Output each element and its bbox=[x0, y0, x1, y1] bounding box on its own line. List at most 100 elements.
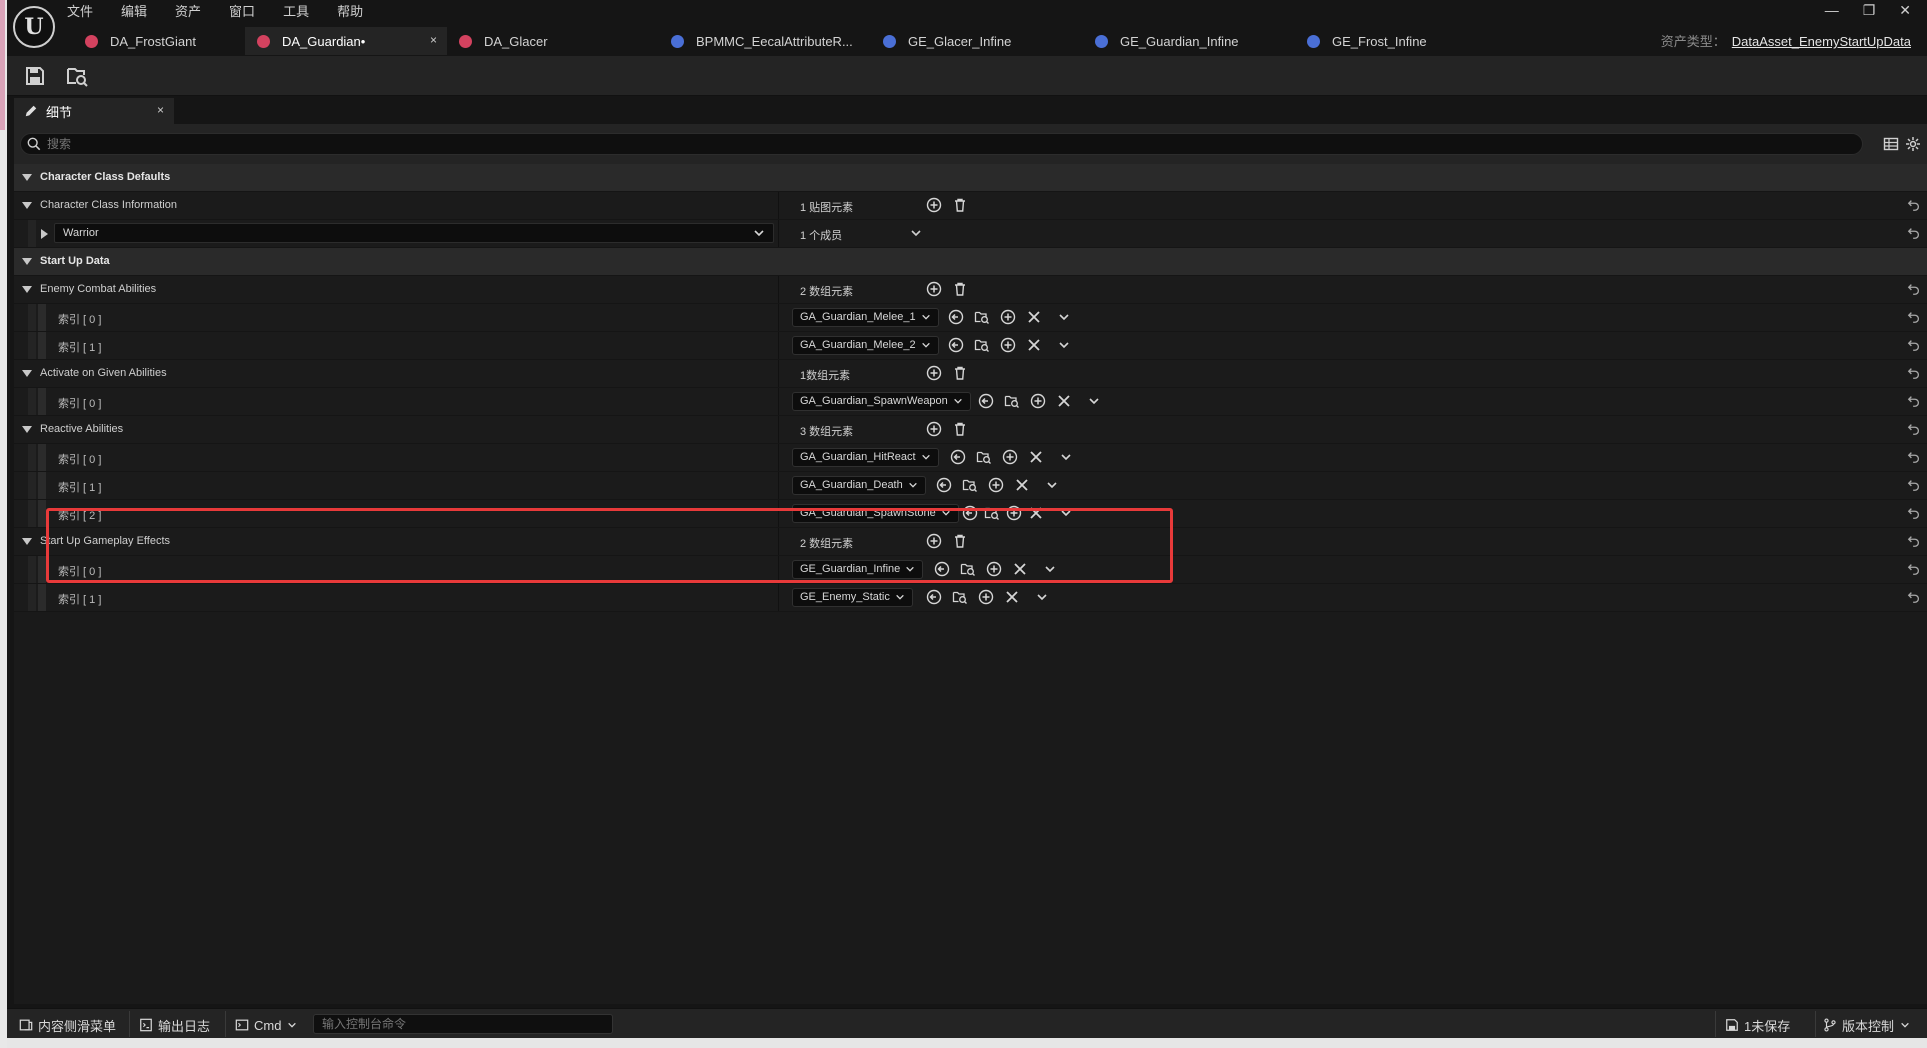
unreal-logo-icon[interactable]: U bbox=[13, 6, 55, 48]
reset-to-default-icon[interactable] bbox=[1907, 562, 1921, 576]
tab-ge-frost-infine[interactable]: GE_Frost_Infine bbox=[1295, 27, 1495, 55]
add-element-icon[interactable] bbox=[926, 533, 942, 549]
insert-element-icon[interactable] bbox=[988, 477, 1004, 493]
output-log-button[interactable]: 输出日志 bbox=[139, 1016, 210, 1034]
reset-to-default-icon[interactable] bbox=[1907, 338, 1921, 352]
insert-element-icon[interactable] bbox=[986, 561, 1002, 577]
insert-element-icon[interactable] bbox=[1006, 505, 1022, 521]
minimize-icon[interactable]: — bbox=[1825, 2, 1839, 19]
menu-window[interactable]: 窗口 bbox=[229, 2, 255, 22]
reset-to-default-icon[interactable] bbox=[1907, 366, 1921, 380]
class-picker-dropdown[interactable]: GE_Guardian_Infine bbox=[792, 560, 924, 579]
use-selected-icon[interactable] bbox=[950, 449, 966, 465]
class-picker-dropdown[interactable]: GE_Enemy_Static bbox=[792, 588, 913, 607]
browse-asset-icon[interactable] bbox=[974, 309, 990, 325]
reset-to-default-icon[interactable] bbox=[1907, 394, 1921, 408]
browse-asset-icon[interactable] bbox=[960, 561, 976, 577]
clear-icon[interactable] bbox=[1012, 561, 1028, 577]
delete-all-icon[interactable] bbox=[952, 421, 968, 437]
use-selected-icon[interactable] bbox=[926, 589, 942, 605]
save-icon[interactable] bbox=[23, 64, 47, 88]
clear-icon[interactable] bbox=[1004, 589, 1020, 605]
category-start-up-data[interactable]: Start Up Data bbox=[14, 248, 1927, 276]
reset-to-default-icon[interactable] bbox=[1907, 422, 1921, 436]
map-key-dropdown[interactable]: Warrior bbox=[54, 223, 774, 243]
cmd-selector[interactable]: Cmd bbox=[235, 1016, 302, 1034]
tab-da-glacer[interactable]: DA_Glacer bbox=[447, 27, 659, 55]
browse-asset-icon[interactable] bbox=[952, 589, 968, 605]
add-element-icon[interactable] bbox=[926, 365, 942, 381]
reset-to-default-icon[interactable] bbox=[1907, 478, 1921, 492]
add-element-icon[interactable] bbox=[926, 197, 942, 213]
reset-to-default-icon[interactable] bbox=[1907, 506, 1921, 520]
reset-to-default-icon[interactable] bbox=[1907, 198, 1921, 212]
source-control-button[interactable]: 版本控制 bbox=[1823, 1016, 1915, 1034]
class-picker-dropdown[interactable]: GA_Guardian_Melee_1 bbox=[792, 308, 939, 327]
more-options-chevron-icon[interactable] bbox=[1086, 393, 1102, 409]
browse-asset-icon[interactable] bbox=[1004, 393, 1020, 409]
tab-ge-guardian-infine[interactable]: GE_Guardian_Infine bbox=[1083, 27, 1295, 55]
class-picker-dropdown[interactable]: GA_Guardian_SpawnWeapon bbox=[792, 392, 971, 411]
clear-icon[interactable] bbox=[1028, 505, 1044, 521]
browse-asset-icon[interactable] bbox=[976, 449, 992, 465]
reset-to-default-icon[interactable] bbox=[1907, 450, 1921, 464]
more-options-chevron-icon[interactable] bbox=[1056, 337, 1072, 353]
class-picker-dropdown[interactable]: GA_Guardian_Death bbox=[792, 476, 926, 495]
console-input[interactable] bbox=[314, 1015, 612, 1033]
use-selected-icon[interactable] bbox=[978, 393, 994, 409]
collapse-arrow-icon[interactable] bbox=[22, 258, 32, 265]
browse-asset-icon[interactable] bbox=[962, 477, 978, 493]
use-selected-icon[interactable] bbox=[936, 477, 952, 493]
class-picker-dropdown[interactable]: GA_Guardian_Melee_2 bbox=[792, 336, 939, 355]
clear-icon[interactable] bbox=[1026, 309, 1042, 325]
collapse-arrow-icon[interactable] bbox=[22, 370, 32, 377]
clear-icon[interactable] bbox=[1056, 393, 1072, 409]
reset-to-default-icon[interactable] bbox=[1907, 282, 1921, 296]
console-command-box[interactable] bbox=[313, 1014, 613, 1034]
reset-to-default-icon[interactable] bbox=[1907, 226, 1921, 240]
search-box[interactable] bbox=[20, 133, 1863, 155]
class-picker-dropdown[interactable]: GA_Guardian_SpawnStone bbox=[792, 504, 959, 523]
browse-asset-icon[interactable] bbox=[984, 505, 1000, 521]
clear-icon[interactable] bbox=[1014, 477, 1030, 493]
details-panel-tab[interactable]: 细节 × bbox=[14, 98, 174, 124]
browse-asset-icon[interactable] bbox=[974, 337, 990, 353]
add-element-icon[interactable] bbox=[926, 421, 942, 437]
category-character-class-defaults[interactable]: Character Class Defaults bbox=[14, 164, 1927, 192]
content-drawer-button[interactable]: 内容侧滑菜单 bbox=[19, 1016, 116, 1034]
tab-bpmmc[interactable]: BPMMC_EecalAttributeR... bbox=[659, 27, 871, 55]
asset-type-link[interactable]: DataAsset_EnemyStartUpData bbox=[1732, 34, 1911, 49]
insert-element-icon[interactable] bbox=[1000, 337, 1016, 353]
insert-element-icon[interactable] bbox=[978, 589, 994, 605]
collapse-arrow-icon[interactable] bbox=[22, 286, 32, 293]
more-options-chevron-icon[interactable] bbox=[1056, 309, 1072, 325]
reset-to-default-icon[interactable] bbox=[1907, 590, 1921, 604]
more-options-chevron-icon[interactable] bbox=[1058, 505, 1074, 521]
delete-all-icon[interactable] bbox=[952, 365, 968, 381]
collapse-arrow-icon[interactable] bbox=[22, 426, 32, 433]
more-options-chevron-icon[interactable] bbox=[1042, 561, 1058, 577]
table-view-icon[interactable] bbox=[1883, 136, 1899, 152]
chevron-down-icon[interactable] bbox=[910, 227, 922, 239]
reset-to-default-icon[interactable] bbox=[1907, 310, 1921, 324]
collapse-arrow-icon[interactable] bbox=[22, 174, 32, 181]
clear-icon[interactable] bbox=[1026, 337, 1042, 353]
use-selected-icon[interactable] bbox=[948, 309, 964, 325]
menu-help[interactable]: 帮助 bbox=[337, 2, 363, 22]
tab-close-icon[interactable]: × bbox=[430, 33, 437, 47]
browse-content-icon[interactable] bbox=[65, 64, 89, 88]
tab-da-guardian[interactable]: DA_Guardian• × bbox=[245, 27, 447, 55]
use-selected-icon[interactable] bbox=[962, 505, 978, 521]
tab-ge-glacer-infine[interactable]: GE_Glacer_Infine bbox=[871, 27, 1083, 55]
clear-icon[interactable] bbox=[1028, 449, 1044, 465]
restore-icon[interactable]: ❐ bbox=[1863, 2, 1876, 19]
use-selected-icon[interactable] bbox=[934, 561, 950, 577]
use-selected-icon[interactable] bbox=[948, 337, 964, 353]
class-picker-dropdown[interactable]: GA_Guardian_HitReact bbox=[792, 448, 939, 467]
insert-element-icon[interactable] bbox=[1002, 449, 1018, 465]
menu-tools[interactable]: 工具 bbox=[283, 2, 309, 22]
more-options-chevron-icon[interactable] bbox=[1044, 477, 1060, 493]
delete-all-icon[interactable] bbox=[952, 533, 968, 549]
panel-close-icon[interactable]: × bbox=[157, 103, 164, 117]
delete-all-icon[interactable] bbox=[952, 197, 968, 213]
